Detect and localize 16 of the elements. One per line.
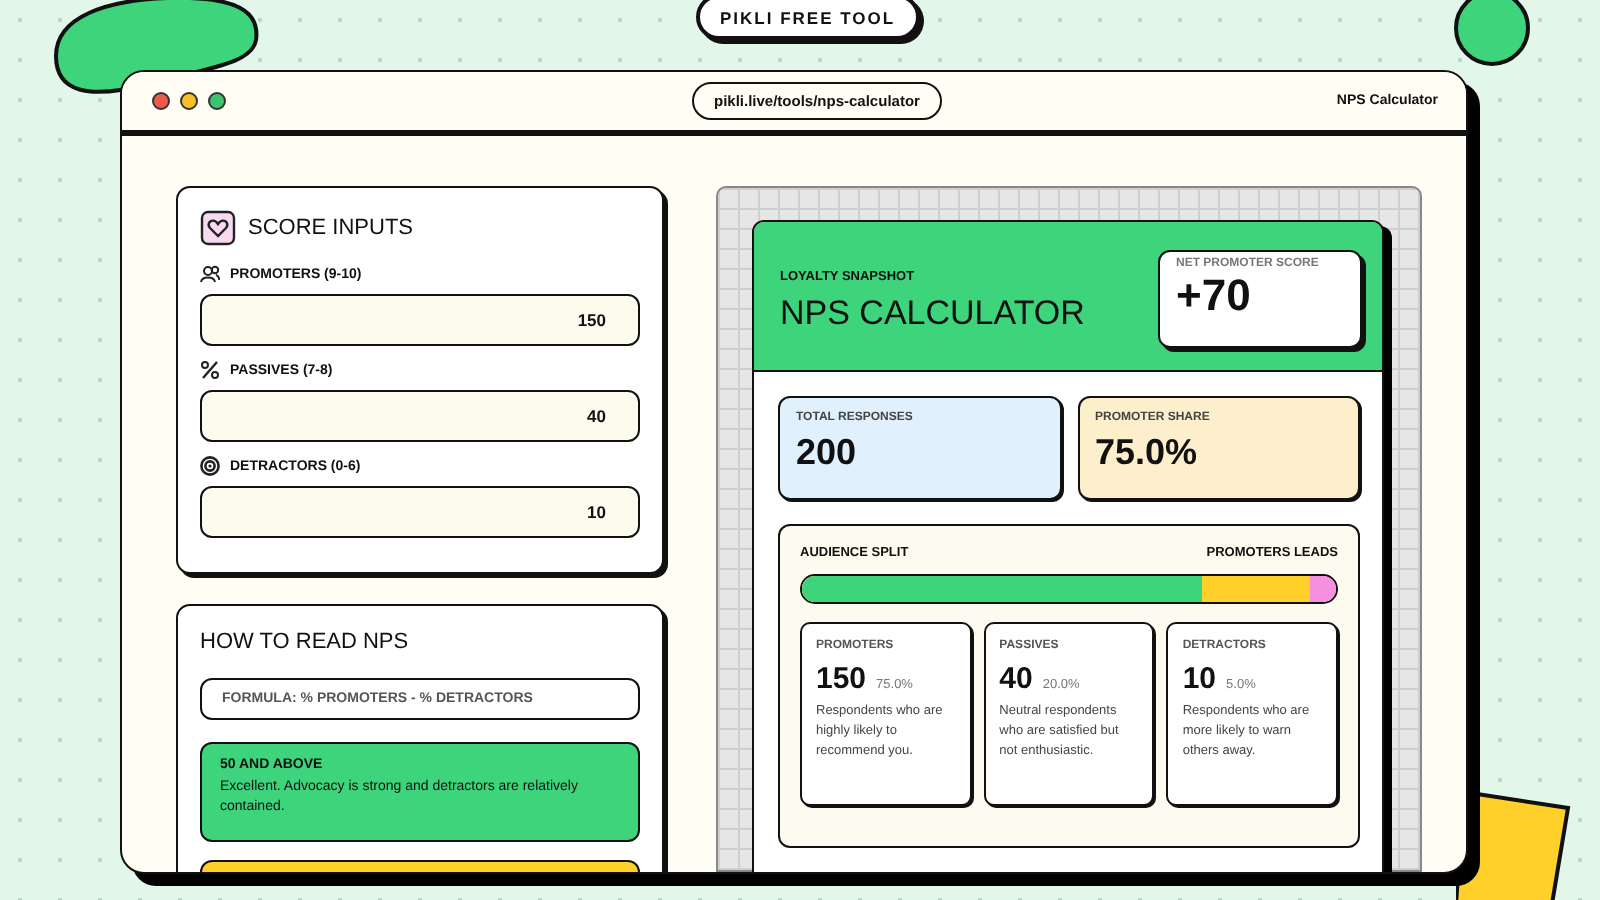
stat-value: 75.0%	[1095, 432, 1200, 474]
card-title: HOW TO READ NPS	[200, 630, 411, 654]
score-value: +70	[1176, 270, 1253, 322]
input-field[interactable]: 40	[200, 390, 640, 442]
target-icon	[200, 456, 220, 476]
percent-icon	[200, 360, 220, 380]
page-heading: NPS CALCULATOR	[780, 294, 1087, 334]
segment-count: 40	[999, 662, 1033, 696]
card-title: SCORE INPUTS	[248, 216, 414, 240]
stat-value: 200	[796, 432, 859, 474]
segment-count: 150	[816, 662, 867, 696]
input-field[interactable]: 150	[200, 294, 640, 346]
people-icon	[200, 264, 220, 284]
segment-count: 10	[1182, 662, 1217, 696]
tool-badge: PIKLI FREE TOOL	[696, 0, 920, 40]
input-field[interactable]: 10	[200, 486, 640, 538]
